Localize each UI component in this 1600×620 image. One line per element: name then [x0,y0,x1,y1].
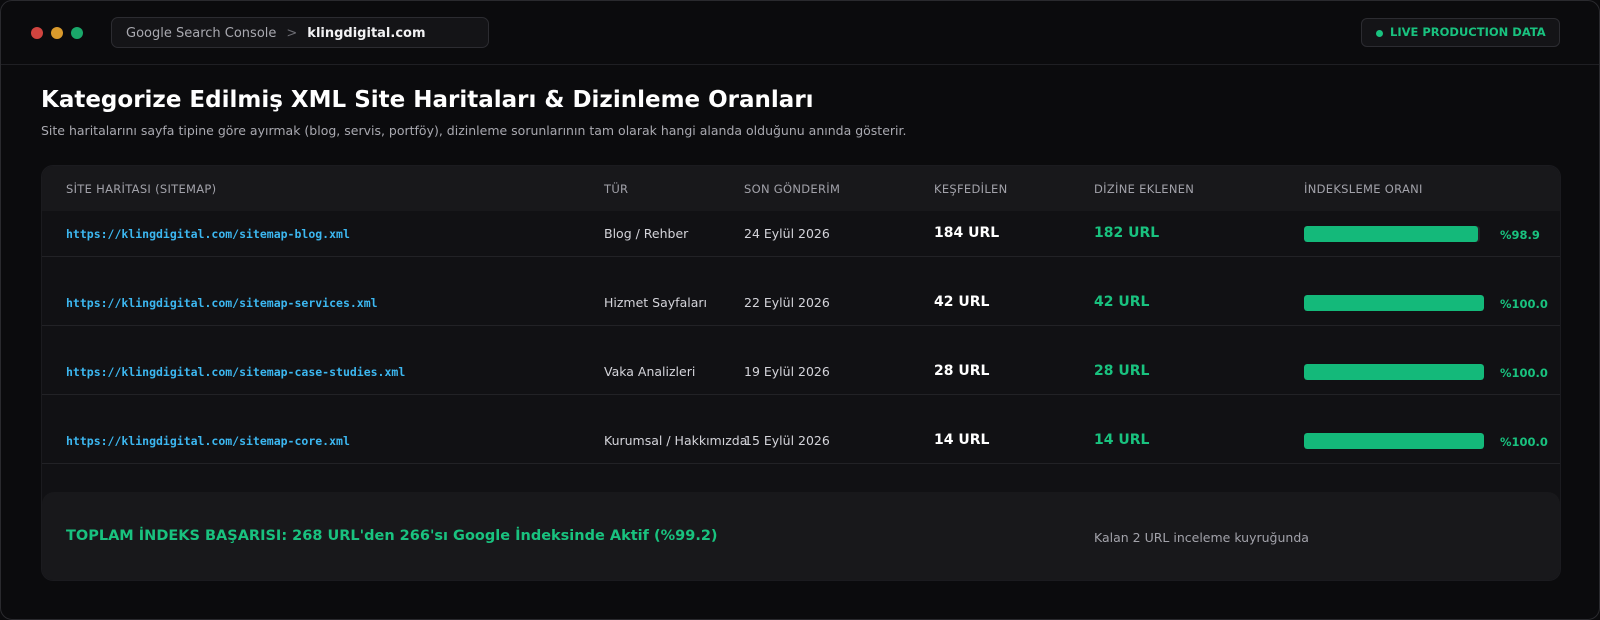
live-status-label: LIVE PRODUCTION DATA [1390,25,1546,39]
indexed-count: 14 URL [1094,432,1150,448]
sitemap-url-link[interactable]: https://klingdigital.com/sitemap-core.xm… [66,434,350,448]
last-submitted-date: 24 Eylül 2026 [744,226,830,241]
index-rate-label: %100.0 [1500,366,1548,380]
indexed-count: 28 URL [1094,363,1150,379]
breadcrumb-separator: > [286,26,298,41]
app-window: Google Search Console > klingdigital.com L… [0,0,1600,620]
last-submitted-date: 22 Eylül 2026 [744,295,830,310]
sitemap-type: Vaka Analizleri [604,364,696,379]
index-rate-label: %100.0 [1500,297,1548,311]
column-header-type: TÜR [604,182,629,196]
table-row[interactable]: https://klingdigital.com/sitemap-core.xm… [42,394,1560,464]
discovered-count: 28 URL [934,363,990,379]
table-row[interactable]: https://klingdigital.com/sitemap-case-st… [42,325,1560,395]
index-rate-bar-fill [1304,364,1484,380]
breadcrumb-item-domain[interactable]: klingdigital.com [307,26,425,41]
table-header: SİTE HARİTASI (SITEMAP) TÜR SON GÖNDERİM… [42,166,1560,211]
summary-footer: TOPLAM İNDEKS BAŞARISI: 268 URL'den 266'… [42,492,1560,580]
breadcrumb[interactable]: Google Search Console > klingdigital.com [111,17,489,48]
maximize-window-dot[interactable] [71,27,83,39]
live-status-dot-icon [1376,30,1383,37]
index-rate-bar-fill [1304,226,1479,242]
last-submitted-date: 15 Eylül 2026 [744,433,830,448]
table-row[interactable]: https://klingdigital.com/sitemap-service… [42,256,1560,326]
live-status-badge: LIVE PRODUCTION DATA [1361,18,1560,47]
sitemap-type: Hizmet Sayfaları [604,295,707,310]
discovered-count: 14 URL [934,432,990,448]
index-rate-bar-fill [1304,433,1484,449]
sitemap-table-panel: SİTE HARİTASI (SITEMAP) TÜR SON GÖNDERİM… [41,165,1561,581]
sitemap-type: Blog / Rehber [604,226,689,241]
indexed-count: 182 URL [1094,225,1160,241]
index-rate-bar [1304,364,1484,380]
index-rate-label: %98.9 [1500,228,1540,242]
page-subtitle: Site haritalarını sayfa tipine göre ayır… [41,123,907,138]
sitemap-url-link[interactable]: https://klingdigital.com/sitemap-case-st… [66,365,405,379]
sitemap-url-link[interactable]: https://klingdigital.com/sitemap-blog.xm… [66,227,350,241]
column-header-last-submitted: SON GÖNDERİM [744,182,841,196]
table-row[interactable]: https://klingdigital.com/sitemap-blog.xm… [42,211,1560,257]
index-rate-bar [1304,433,1484,449]
close-window-dot[interactable] [31,27,43,39]
page-title: Kategorize Edilmiş XML Site Haritaları &… [41,87,814,113]
breadcrumb-item-search-console[interactable]: Google Search Console [126,26,276,41]
column-header-sitemap: SİTE HARİTASI (SITEMAP) [66,182,217,196]
index-rate-bar-fill [1304,295,1484,311]
discovered-count: 42 URL [934,294,990,310]
minimize-window-dot[interactable] [51,27,63,39]
last-submitted-date: 19 Eylül 2026 [744,364,830,379]
total-index-summary: TOPLAM İNDEKS BAŞARISI: 268 URL'den 266'… [66,528,718,544]
index-rate-label: %100.0 [1500,435,1548,449]
sitemap-type: Kurumsal / Hakkımızda [604,433,748,448]
index-rate-bar [1304,226,1480,242]
indexed-count: 42 URL [1094,294,1150,310]
discovered-count: 184 URL [934,225,1000,241]
column-header-discovered: KEŞFEDİLEN [934,182,1008,196]
column-header-indexed: DİZİNE EKLENEN [1094,182,1195,196]
title-bar: Google Search Console > klingdigital.com L… [1,1,1599,65]
index-rate-bar [1304,295,1484,311]
pending-review-note: Kalan 2 URL inceleme kuyruğunda [1094,530,1309,545]
column-header-index-rate: İNDEKSLEME ORANI [1304,182,1423,196]
sitemap-url-link[interactable]: https://klingdigital.com/sitemap-service… [66,296,378,310]
